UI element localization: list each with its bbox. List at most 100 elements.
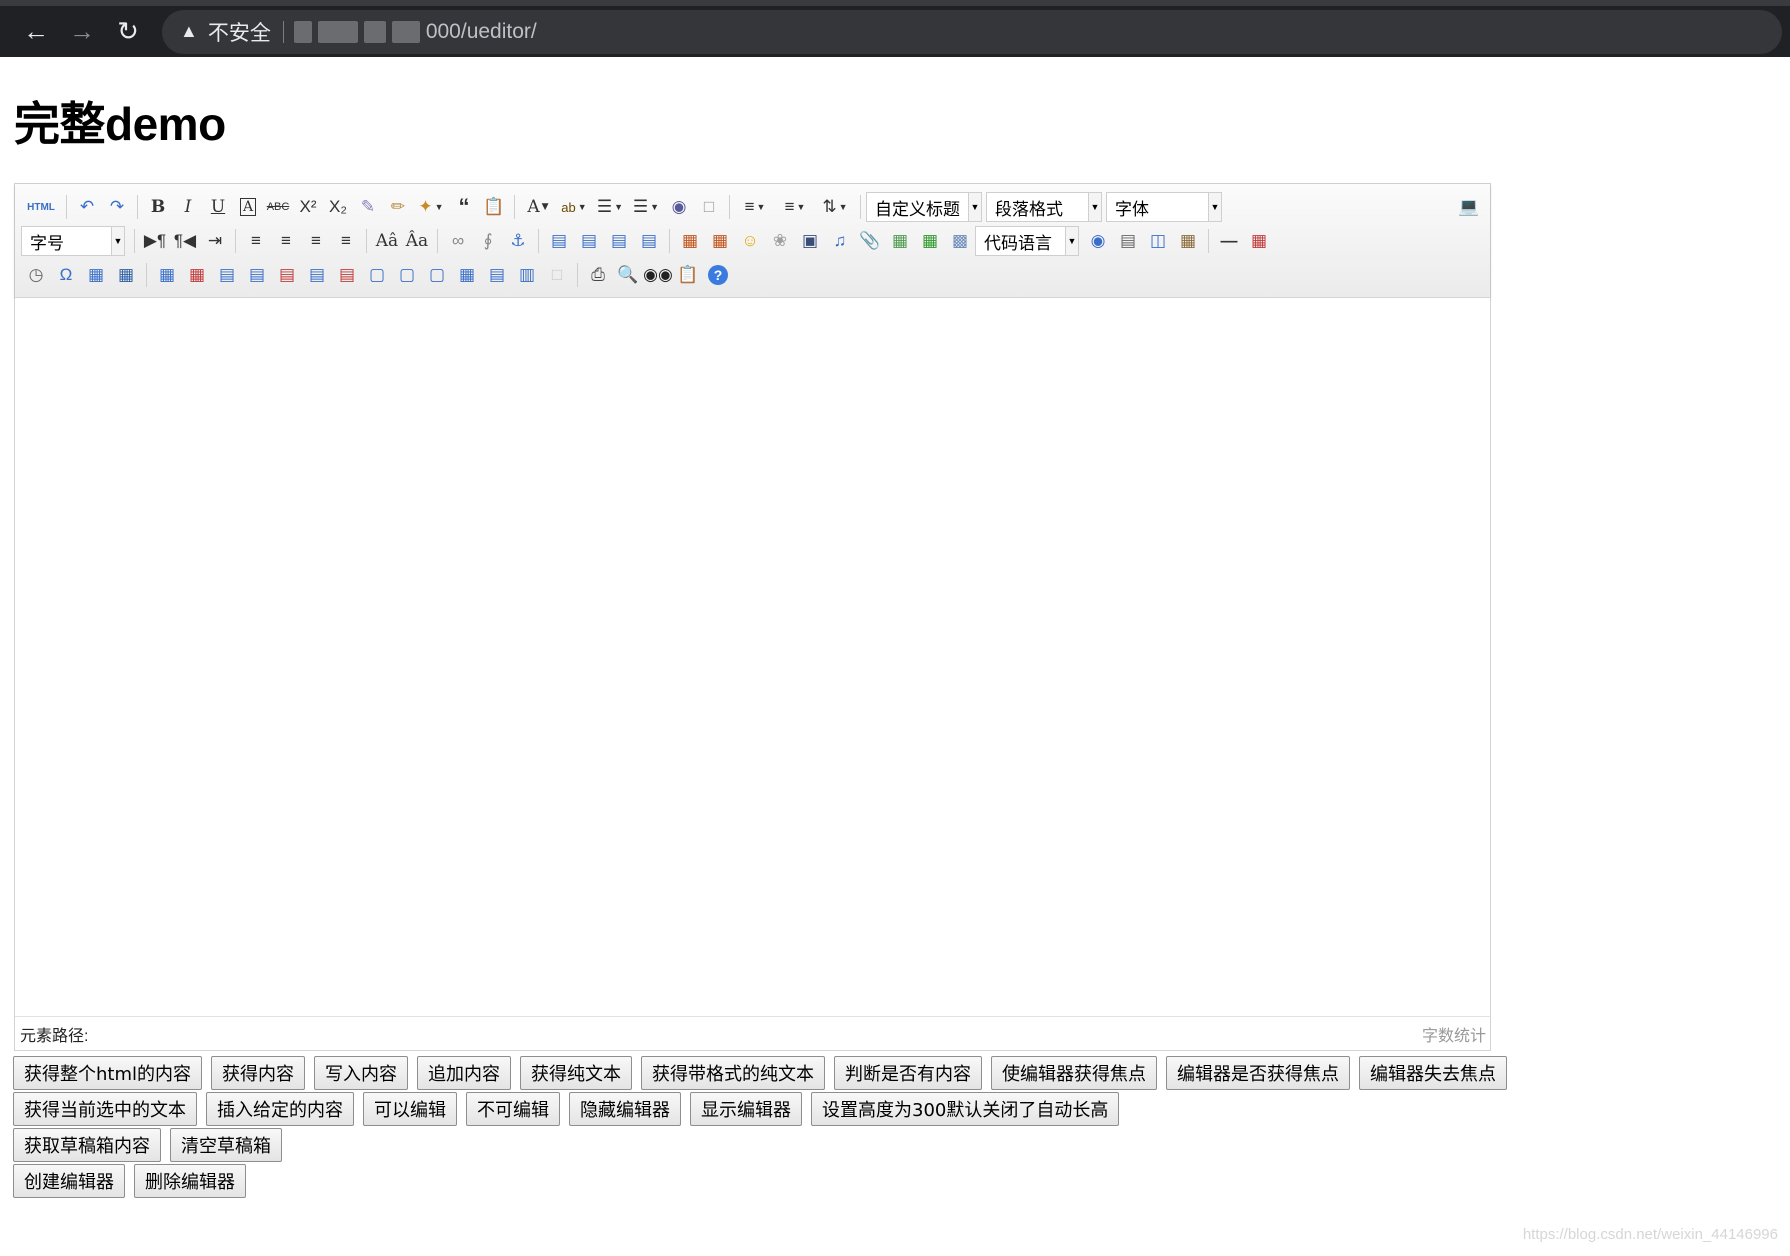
image-none-icon[interactable]: ▤ [544,227,574,255]
image-left-icon[interactable]: ▤ [574,227,604,255]
security-label[interactable]: 不安全 [208,17,271,47]
get-all-html-button[interactable]: 获得整个html的内容 [13,1056,203,1090]
image-center-icon[interactable]: ▤ [634,227,664,255]
format-painter-icon[interactable]: ✏ [383,193,413,221]
special-chars-icon[interactable]: Ω [51,261,81,289]
delete-row-icon[interactable]: ▤ [272,261,302,289]
paste-plain-icon[interactable]: 📋 [479,193,509,221]
word-image-icon[interactable]: ▦ [111,261,141,289]
delete-col-icon[interactable]: ▤ [332,261,362,289]
chart-icon[interactable]: □ [542,261,572,289]
create-editor-button[interactable]: 创建编辑器 [13,1164,125,1198]
font-family-select[interactable]: 字体 ▼ [1106,192,1222,222]
anchor-icon[interactable]: ⚓ [503,227,533,255]
get-plain-text-button[interactable]: 获得纯文本 [520,1056,633,1090]
editor-content-area[interactable] [15,298,1490,1016]
has-content-button[interactable]: 判断是否有内容 [834,1056,983,1090]
italic-icon[interactable]: I [173,193,203,221]
simple-upload-icon[interactable]: ▦ [675,227,705,255]
insert-frame-icon[interactable]: ▩ [945,227,975,255]
align-left-icon[interactable]: ≡ [241,227,271,255]
insert-video-icon[interactable]: ▣ [795,227,825,255]
set-height-button[interactable]: 设置高度为300默认关闭了自动长高 [811,1092,1120,1126]
image-right-icon[interactable]: ▤ [604,227,634,255]
subscript-icon[interactable]: X₂ [323,193,353,221]
reload-icon[interactable]: ↻ [106,10,150,54]
search-replace-icon[interactable]: ◉◉ [643,261,673,289]
set-disabled-button[interactable]: 不可编辑 [466,1092,560,1126]
google-map-icon[interactable]: ▦ [915,227,945,255]
align-center-icon[interactable]: ≡ [271,227,301,255]
date-icon[interactable]: ▦ [1244,227,1274,255]
align-justify-icon[interactable]: ≡ [331,227,361,255]
row-spacing-bottom-icon[interactable]: ≡ ▼ [775,193,815,221]
paragraph-format-select[interactable]: 段落格式 ▼ [986,192,1102,222]
redo-icon[interactable]: ↷ [102,193,132,221]
set-content-button[interactable]: 写入内容 [314,1056,409,1090]
music-icon[interactable]: ♫ [825,227,855,255]
direction-rtl-icon[interactable]: ¶◀ [170,227,200,255]
emotion-icon[interactable]: ☺ [735,227,765,255]
delete-table-icon[interactable]: ▦ [182,261,212,289]
split-to-rows-icon[interactable]: ▤ [482,261,512,289]
delete-editor-button[interactable]: 删除编辑器 [134,1164,246,1198]
direction-ltr-icon[interactable]: ▶¶ [140,227,170,255]
scrawl-icon[interactable]: ❀ [765,227,795,255]
get-content-button[interactable]: 获得内容 [211,1056,306,1090]
source-code-icon[interactable]: HTML [21,193,61,221]
warning-icon[interactable]: ▲ [180,21,198,42]
template-icon[interactable]: ◫ [1143,227,1173,255]
highlight-color-icon[interactable]: ab ▼ [556,193,592,221]
map-icon[interactable]: ▦ [885,227,915,255]
ordered-list-icon[interactable]: ☰ ▼ [592,193,628,221]
page-break-icon[interactable]: ▤ [1113,227,1143,255]
align-right-icon[interactable]: ≡ [301,227,331,255]
line-height-icon[interactable]: ⇅ ▼ [815,193,855,221]
get-selected-text-button[interactable]: 获得当前选中的文本 [13,1092,197,1126]
select-all-icon[interactable]: ◉ [664,193,694,221]
web-app-icon[interactable]: ◉ [1083,227,1113,255]
set-blur-button[interactable]: 编辑器失去焦点 [1359,1056,1508,1090]
row-spacing-top-icon[interactable]: ≡ ▼ [735,193,775,221]
auto-typeset-icon[interactable]: ✦ ▼ [413,193,449,221]
insert-col-icon[interactable]: ▤ [302,261,332,289]
horizontal-rule-icon[interactable]: — [1214,227,1244,255]
url-text[interactable]: 000/ueditor/ [426,20,537,44]
help-icon[interactable]: ? [703,261,733,289]
back-arrow-icon[interactable]: ← [14,10,58,54]
get-formatted-plain-text-button[interactable]: 获得带格式的纯文本 [641,1056,826,1090]
insert-image-icon[interactable]: ▦ [705,227,735,255]
show-editor-button[interactable]: 显示编辑器 [690,1092,802,1126]
insert-html-button[interactable]: 插入给定的内容 [206,1092,354,1126]
superscript-icon[interactable]: X² [293,193,323,221]
bold-icon[interactable]: B [143,193,173,221]
get-draft-button[interactable]: 获取草稿箱内容 [13,1128,161,1162]
link-icon[interactable]: ∞ [443,227,473,255]
attachment-icon[interactable]: 📎 [855,227,885,255]
custom-heading-select[interactable]: 自定义标题 ▼ [866,192,982,222]
split-to-cells-icon[interactable]: ▦ [452,261,482,289]
snapscreen-icon[interactable]: ▦ [81,261,111,289]
set-enabled-button[interactable]: 可以编辑 [363,1092,457,1126]
print-icon[interactable]: ⎙ [583,261,613,289]
background-icon[interactable]: ▦ [1173,227,1203,255]
append-content-button[interactable]: 追加内容 [417,1056,512,1090]
font-color-icon[interactable]: A ▼ [520,193,556,221]
uppercase-icon[interactable]: Aâ [372,227,402,255]
time-icon[interactable]: ◷ [21,261,51,289]
insert-paragraph-before-table-icon[interactable]: ▤ [212,261,242,289]
preview-icon[interactable]: 🔍 [613,261,643,289]
merge-right-icon[interactable]: ▢ [392,261,422,289]
underline-icon[interactable]: U [203,193,233,221]
font-border-icon[interactable]: A [233,193,263,221]
forward-arrow-icon[interactable]: → [60,10,104,54]
address-bar[interactable]: ▲ 不安全 000/ueditor/ [162,9,1782,54]
is-focus-button[interactable]: 编辑器是否获得焦点 [1166,1056,1351,1090]
lowercase-icon[interactable]: Âa [402,227,432,255]
blockquote-icon[interactable]: “ [449,193,479,221]
set-focus-button[interactable]: 使编辑器获得焦点 [991,1056,1158,1090]
font-size-select[interactable]: 字号 ▼ [21,226,125,256]
remove-format-icon[interactable]: ✎ [353,193,383,221]
hide-editor-button[interactable]: 隐藏编辑器 [569,1092,681,1126]
strikethrough-icon[interactable]: ABC [263,193,293,221]
